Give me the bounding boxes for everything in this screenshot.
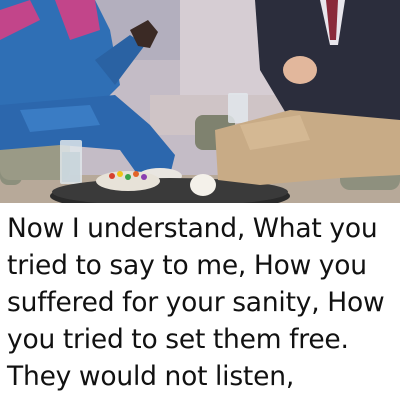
interview-photo: [0, 0, 400, 203]
caption-area: Now I understand, What you tried to say …: [0, 203, 400, 400]
caption-text: Now I understand, What you tried to say …: [7, 213, 385, 392]
interview-photo-illustration: [0, 0, 400, 203]
meme-post: Now I understand, What you tried to say …: [0, 0, 400, 400]
